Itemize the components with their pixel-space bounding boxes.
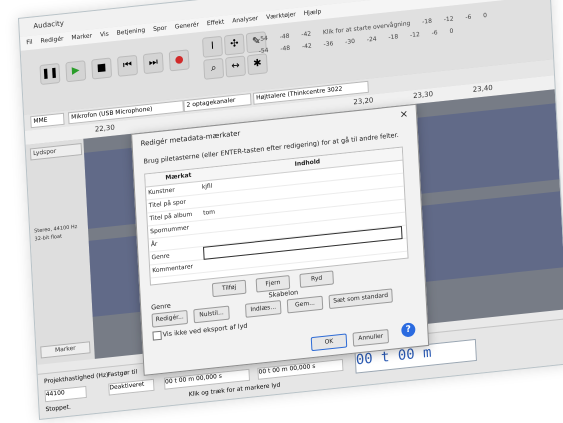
help-button[interactable]: ?	[401, 322, 416, 338]
value-cell[interactable]: tom	[203, 208, 215, 216]
skip-start-button[interactable]: ⏮	[117, 54, 138, 77]
meter-tick: -18	[421, 17, 433, 26]
meter-tick: -54	[258, 46, 269, 56]
save-template-button[interactable]: Gem...	[286, 295, 324, 314]
meter-tick: -30	[345, 37, 356, 46]
genre-section-label: Genre	[150, 301, 171, 312]
snap-select[interactable]: Deaktiveret	[108, 378, 155, 396]
metadata-table: Mærkat Indhold Kunstner kjfil Titel på s…	[144, 146, 409, 286]
menu-file[interactable]: Fil	[26, 36, 33, 51]
audio-host-select[interactable]: MME	[30, 112, 65, 129]
meter-tick: -42	[301, 30, 312, 39]
selection-tool-button[interactable]: I	[202, 35, 223, 58]
tag-cell: Titel på album	[149, 210, 193, 223]
add-row-button[interactable]: Tilføj	[211, 279, 247, 298]
meter-tick: -42	[301, 42, 312, 51]
metadata-dialog: Redigér metadata-mærkater × Brug piletas…	[131, 103, 430, 376]
ibeam-icon: I	[210, 40, 215, 52]
tag-cell: Genre	[151, 252, 170, 262]
stop-button[interactable]: ■	[91, 57, 113, 80]
clear-button[interactable]: Ryd	[299, 270, 334, 288]
tag-cell: Kunstner	[147, 186, 175, 197]
reset-genres-button[interactable]: Nulstil...	[193, 305, 230, 324]
close-icon: ×	[399, 108, 409, 121]
meter-tick: -12	[443, 15, 454, 24]
window-title: Audacity	[33, 19, 65, 31]
record-button[interactable]: ●	[168, 49, 190, 72]
tag-cell: Spornummer	[150, 224, 190, 236]
meter-tick: -24	[366, 35, 377, 44]
meter-tick: -6	[465, 13, 472, 22]
play-button[interactable]: ▶	[65, 60, 87, 83]
tag-cell: Titel på spor	[148, 198, 187, 210]
meter-tick: -54	[257, 34, 269, 44]
ruler-tick: 22,30	[94, 123, 115, 134]
meter-tick: -48	[280, 44, 291, 53]
load-template-button[interactable]: Indlæs...	[244, 300, 282, 318]
dont-show-on-export-checkbox[interactable]	[152, 330, 162, 341]
tag-cell: År	[150, 240, 158, 249]
play-icon: ▶	[71, 64, 80, 77]
meter-tick: -18	[388, 33, 399, 42]
project-rate-select[interactable]: 44100	[44, 385, 87, 403]
column-header-tag: Mærkat	[165, 171, 192, 182]
record-icon: ●	[174, 53, 184, 66]
skip-end-button[interactable]: ⏭	[142, 52, 164, 75]
tag-cell: Kommentarer	[152, 263, 194, 275]
set-default-button[interactable]: Sæt som standard	[328, 288, 393, 310]
track-info-line: Stereo, 44100 Hz	[34, 223, 78, 235]
snap-label: Fastgør til	[107, 368, 138, 379]
meter-tick: -6	[431, 29, 438, 37]
timeshift-icon: ↔	[231, 60, 240, 72]
ruler-tick: 23,30	[412, 90, 434, 101]
stop-icon: ■	[96, 62, 107, 75]
ok-button[interactable]: OK	[310, 333, 348, 352]
zoom-tool-button[interactable]: ⌕	[203, 57, 225, 80]
meter-tick: 0	[449, 27, 454, 35]
close-button[interactable]: ×	[399, 109, 408, 121]
envelope-tool-button[interactable]: ✣	[223, 33, 245, 56]
audacity-window: Audacity Fil Redigér Marker Vis Betjenin…	[18, 0, 563, 421]
zoom-icon: ⌕	[210, 62, 217, 75]
cancel-button[interactable]: Annuller	[352, 328, 390, 347]
edit-genres-button[interactable]: Redigér...	[151, 309, 189, 328]
track-info-line: 32-bit float	[34, 233, 63, 243]
photo-frame: Audacity Fil Redigér Marker Vis Betjenin…	[0, 0, 563, 423]
meter-tick: -48	[279, 32, 290, 41]
help-icon: ?	[405, 324, 412, 336]
pause-button[interactable]: ❚❚	[39, 62, 61, 86]
pause-icon: ❚❚	[41, 67, 59, 80]
menu-tracks[interactable]: Spor	[153, 21, 167, 36]
menu-view[interactable]: Vis	[100, 28, 109, 43]
track-select-button[interactable]: Marker	[40, 341, 91, 359]
ruler-tick: 23,20	[353, 96, 374, 107]
envelope-icon: ✣	[229, 38, 239, 50]
status-text: Stoppet.	[45, 403, 71, 414]
skip-start-icon: ⏮	[122, 59, 133, 72]
value-cell[interactable]: kjfil	[202, 183, 213, 191]
column-header-value: Indhold	[294, 158, 321, 168]
meter-tick: -12	[409, 31, 421, 40]
track-name-button[interactable]: Lydspor	[29, 143, 83, 161]
meter-tick: 0	[483, 11, 488, 20]
skip-end-icon: ⏭	[148, 56, 159, 69]
dialog-title: Redigér metadata-mærkater	[140, 129, 241, 148]
timeshift-tool-button[interactable]: ↔	[225, 55, 247, 78]
ruler-tick: 23,40	[472, 83, 493, 94]
project-rate-label: Projekthastighed (Hz)	[43, 371, 109, 386]
meter-tick: -36	[323, 40, 334, 49]
